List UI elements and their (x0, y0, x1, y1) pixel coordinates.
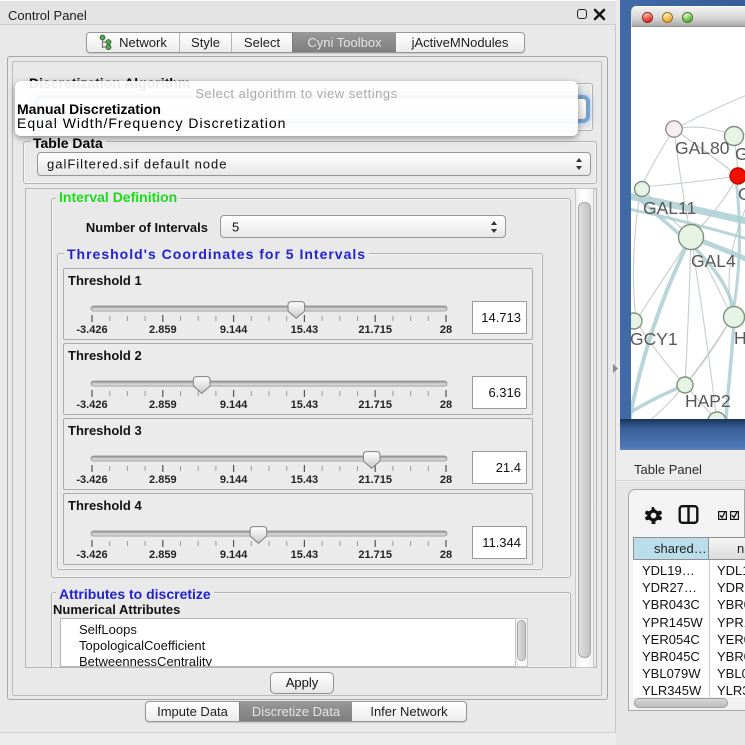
svg-text:GCY1: GCY1 (631, 329, 678, 349)
svg-text:2.859: 2.859 (149, 549, 177, 561)
svg-text:9.144: 9.144 (220, 474, 248, 486)
svg-text:-3.426: -3.426 (76, 549, 107, 561)
svg-text:9.144: 9.144 (220, 549, 248, 561)
svg-text:2.859: 2.859 (149, 324, 177, 336)
svg-text:9.144: 9.144 (220, 324, 248, 336)
svg-text:2.859: 2.859 (149, 399, 177, 411)
svg-text:2.859: 2.859 (149, 474, 177, 486)
svg-text:HAP2: HAP2 (685, 391, 731, 411)
svg-text:GAL11: GAL11 (643, 198, 696, 218)
svg-text:15.43: 15.43 (291, 324, 319, 336)
svg-text:GAL4: GAL4 (691, 251, 736, 271)
svg-text:15.43: 15.43 (291, 474, 319, 486)
svg-text:28: 28 (440, 549, 452, 561)
svg-text:GAL80: GAL80 (675, 138, 730, 158)
svg-text:-3.426: -3.426 (76, 399, 107, 411)
svg-text:15.43: 15.43 (291, 549, 319, 561)
svg-text:-3.426: -3.426 (76, 324, 107, 336)
svg-text:C: C (738, 184, 745, 204)
svg-text:-3.426: -3.426 (76, 474, 107, 486)
svg-text:28: 28 (440, 399, 452, 411)
svg-text:28: 28 (440, 474, 452, 486)
svg-text:21.715: 21.715 (358, 324, 392, 336)
svg-text:21.715: 21.715 (358, 549, 392, 561)
svg-text:21.715: 21.715 (358, 399, 392, 411)
svg-text:28: 28 (440, 324, 452, 336)
svg-text:21.715: 21.715 (358, 474, 392, 486)
svg-text:15.43: 15.43 (291, 399, 319, 411)
svg-text:H: H (734, 328, 745, 348)
svg-text:9.144: 9.144 (220, 399, 248, 411)
svg-text:GA: GA (735, 144, 745, 164)
